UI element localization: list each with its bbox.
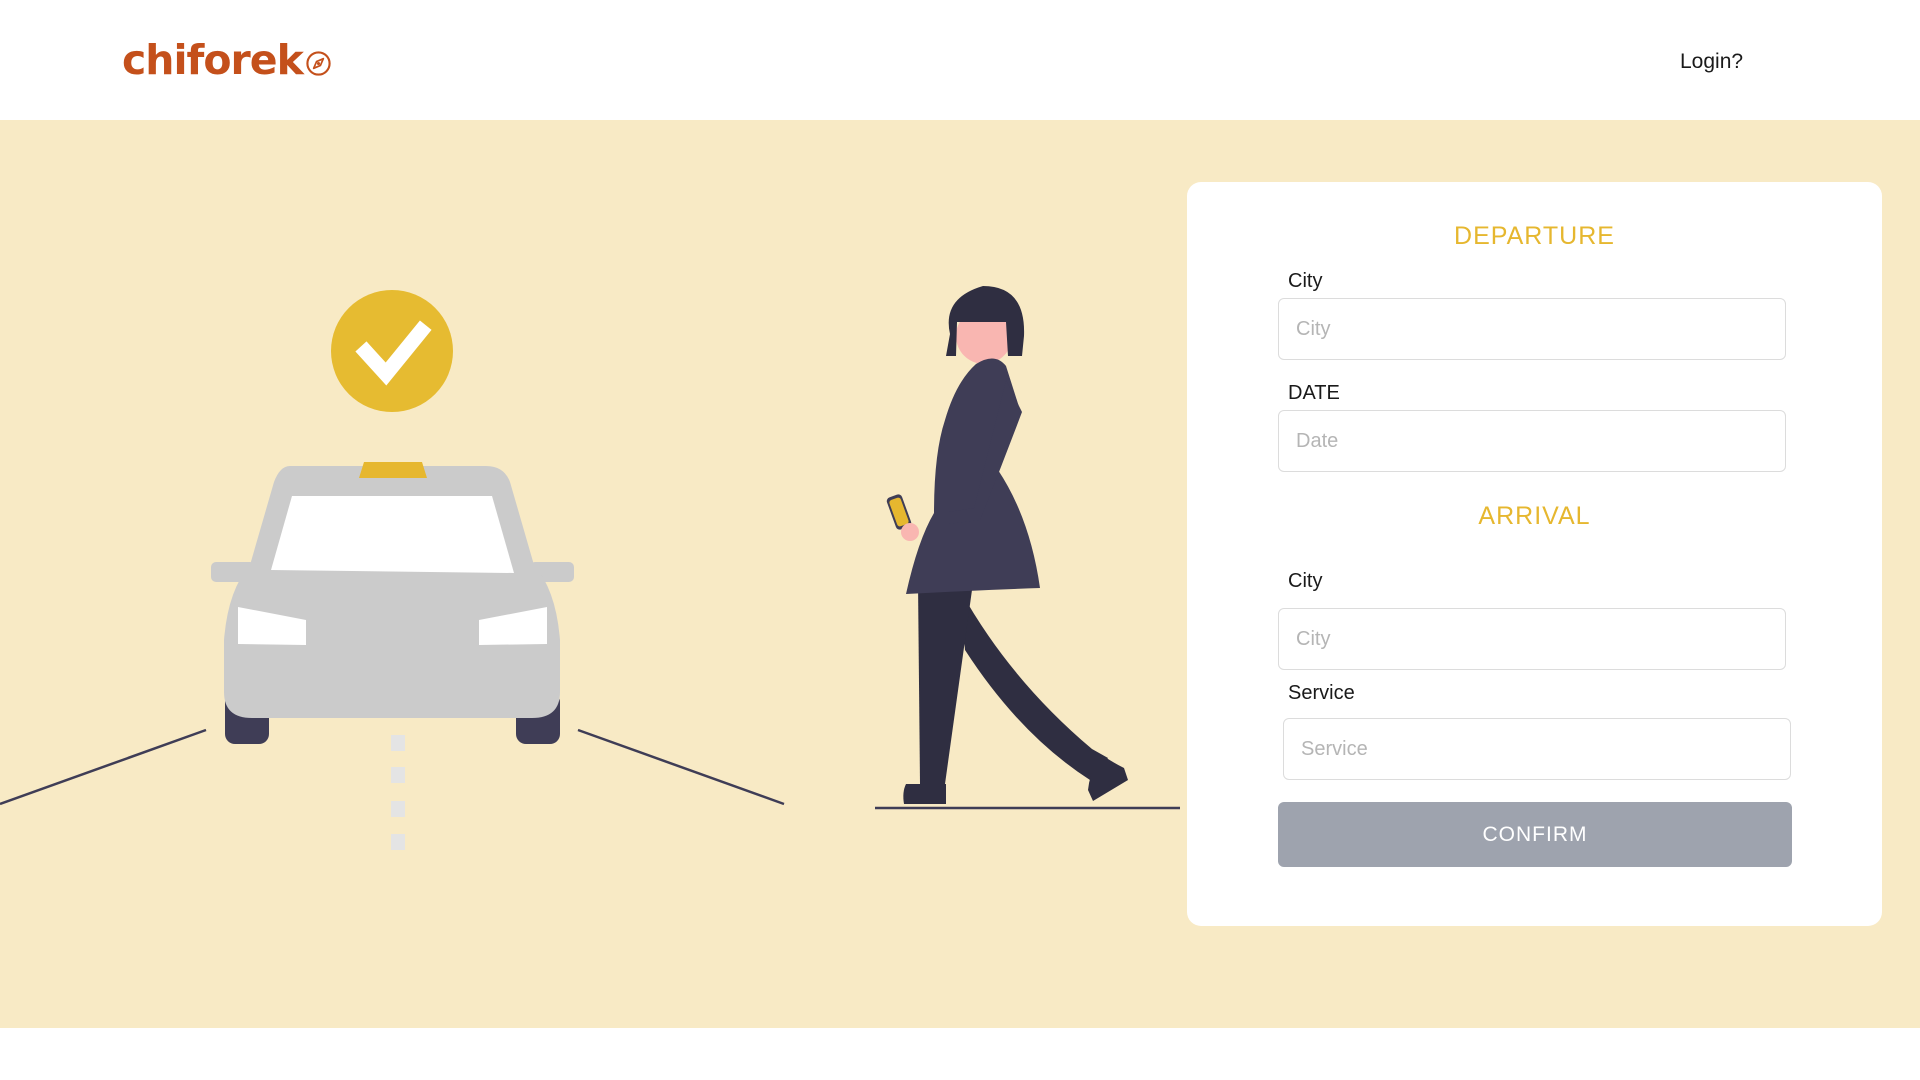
arrival-city-input[interactable]: [1278, 608, 1786, 670]
departure-city-input[interactable]: [1278, 298, 1786, 360]
road-lines: [0, 728, 1180, 810]
compass-icon: [306, 50, 331, 76]
taxi-illustration: [211, 462, 574, 744]
arrival-city-label: City: [1288, 570, 1323, 592]
logo-text: chiforek: [122, 36, 304, 84]
booking-form-card: DEPARTURE City DATE ARRIVAL City Service…: [1187, 182, 1882, 926]
hero-section: DEPARTURE City DATE ARRIVAL City Service…: [0, 120, 1920, 1028]
logo[interactable]: chiforek: [122, 36, 332, 84]
road-dashes: [391, 735, 405, 850]
departure-city-label: City: [1288, 270, 1323, 292]
login-link[interactable]: Login?: [1680, 50, 1743, 74]
service-label: Service: [1288, 682, 1355, 704]
taxi-booking-illustration: [0, 286, 1180, 850]
walking-person-illustration: [886, 286, 1128, 804]
departure-title: DEPARTURE: [1454, 222, 1615, 250]
header: chiforek Login?: [0, 0, 1920, 120]
arrival-title: ARRIVAL: [1478, 502, 1591, 530]
confirm-button[interactable]: CONFIRM: [1278, 802, 1792, 867]
departure-date-label: DATE: [1288, 382, 1340, 404]
checkmark-icon: [331, 290, 453, 412]
service-input[interactable]: [1283, 718, 1791, 780]
departure-date-input[interactable]: [1278, 410, 1786, 472]
